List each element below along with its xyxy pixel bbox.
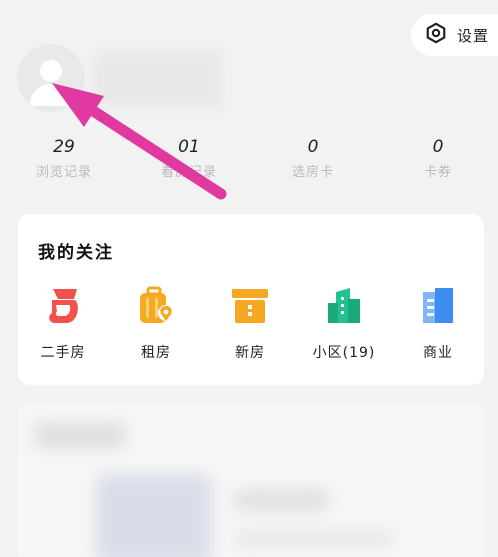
stat-value: 01 — [178, 137, 200, 157]
follow-item-label: 新房 — [235, 345, 265, 361]
new-house-box-icon — [210, 286, 290, 326]
stat-browse-history[interactable]: 29 浏览记录 — [19, 136, 109, 180]
follow-item-rent[interactable]: 租房 — [116, 286, 196, 362]
rent-luggage-icon — [116, 286, 196, 326]
settings-hexagon-icon — [425, 22, 447, 48]
settings-button[interactable]: 设置 — [411, 14, 498, 56]
stat-viewing-history[interactable]: 01 看房记录 — [144, 136, 234, 180]
commercial-building-icon — [398, 286, 478, 326]
follow-item-secondhand[interactable]: 二手房 — [23, 286, 103, 362]
stat-house-card[interactable]: 0 选房卡 — [268, 136, 358, 180]
follow-item-label: 商业 — [423, 345, 453, 361]
settings-label: 设置 — [457, 26, 490, 45]
stat-coupons[interactable]: 0 卡券 — [393, 136, 483, 180]
follow-item-commercial[interactable]: 商业 — [398, 286, 478, 362]
stat-value: 29 — [53, 137, 75, 157]
stat-label: 看房记录 — [160, 165, 217, 180]
stat-label: 浏览记录 — [35, 165, 92, 180]
community-building-icon — [304, 286, 384, 326]
stat-value: 0 — [307, 137, 319, 157]
follow-item-label: 二手房 — [40, 345, 86, 361]
card-title: 我的关注 — [38, 243, 114, 263]
my-follows-card: 我的关注 二手房 租房 新房 小区(19) 商业 — [18, 214, 484, 385]
follow-item-label: 租房 — [141, 345, 171, 361]
follow-item-community[interactable]: 小区(19) — [304, 286, 384, 362]
blurred-content-area — [18, 404, 484, 557]
stat-label: 选房卡 — [291, 165, 334, 180]
username-blurred — [95, 50, 223, 108]
follow-item-label: 小区(19) — [312, 345, 376, 361]
follow-item-new-house[interactable]: 新房 — [210, 286, 290, 362]
stat-value: 0 — [432, 137, 444, 157]
stat-label: 卡券 — [423, 165, 452, 180]
avatar[interactable] — [17, 44, 85, 112]
secondhand-house-icon — [23, 286, 103, 326]
